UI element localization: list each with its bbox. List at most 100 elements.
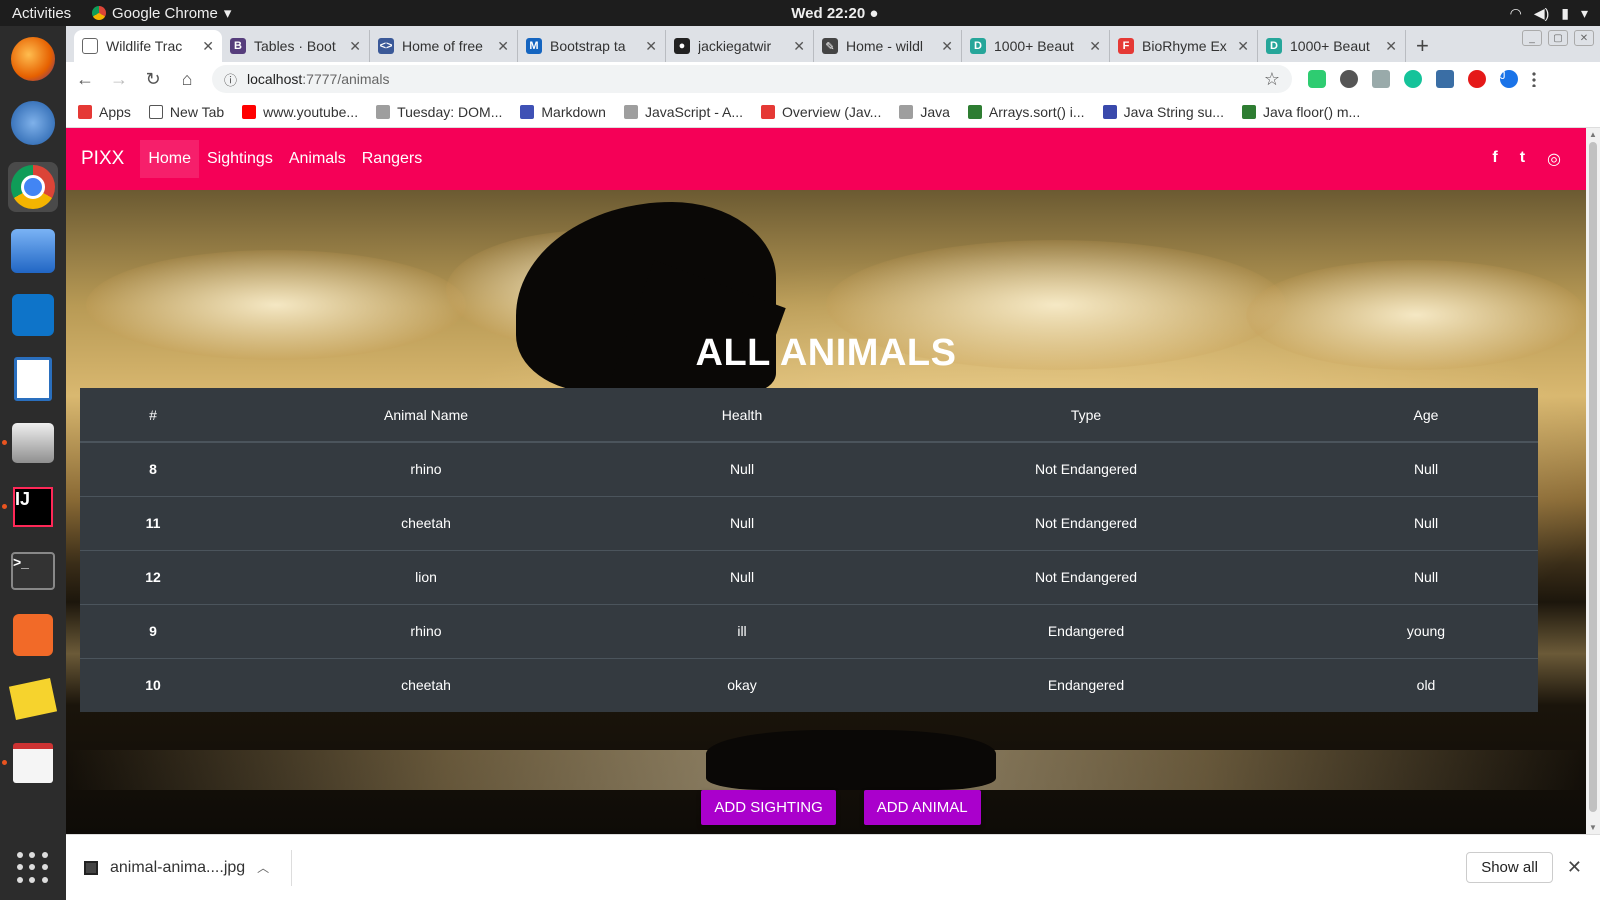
back-button[interactable]: ← (76, 69, 94, 90)
maximize-button[interactable]: ▢ (1548, 30, 1568, 46)
browser-tab[interactable]: F BioRhyme Ex ✕ (1110, 30, 1258, 62)
cell-health: Null (626, 495, 858, 550)
minimize-button[interactable]: _ (1522, 30, 1542, 46)
bookmark-item[interactable]: Apps (78, 104, 131, 120)
app-menu[interactable]: Google Chrome ▾ (92, 4, 231, 22)
bookmark-item[interactable]: Java String su... (1102, 104, 1224, 120)
bookmark-label: Java floor() m... (1262, 103, 1361, 120)
nav-rangers[interactable]: Rangers (354, 140, 430, 178)
files-icon[interactable] (2, 418, 58, 468)
close-tab-icon[interactable]: ✕ (497, 38, 509, 55)
bookmark-item[interactable]: Overview (Jav... (761, 104, 881, 120)
forward-button[interactable]: → (110, 69, 128, 90)
bookmark-item[interactable]: Markdown (520, 104, 606, 120)
browser-tab[interactable]: B Tables · Boot ✕ (222, 30, 370, 62)
add-animal-button[interactable]: ADD ANIMAL (863, 790, 981, 825)
cell-health: okay (626, 657, 858, 712)
scrollbar-thumb[interactable] (1589, 142, 1597, 812)
grammarly-icon[interactable] (1404, 70, 1422, 88)
table-row: 11 cheetah Null Not Endangered Null (80, 495, 1538, 550)
scroll-up-arrow[interactable]: ▲ (1589, 130, 1597, 139)
profile-avatar[interactable]: J (1500, 70, 1518, 88)
nav-animals[interactable]: Animals (281, 140, 354, 178)
bookmark-item[interactable]: www.youtube... (242, 104, 358, 120)
show-all-button[interactable]: Show all (1466, 852, 1553, 883)
menu-icon[interactable] (1532, 71, 1536, 87)
close-tab-icon[interactable]: ✕ (1089, 38, 1101, 55)
activities-button[interactable]: Activities (0, 5, 92, 22)
chrome-icon[interactable] (8, 162, 58, 212)
favicon-icon: F (1118, 38, 1134, 54)
show-applications-icon[interactable] (17, 852, 49, 884)
browser-tab[interactable]: ● jackiegatwir ✕ (666, 30, 814, 62)
address-bar[interactable]: ⓘ localhost:7777/animals ☆ (212, 65, 1292, 93)
close-tab-icon[interactable]: ✕ (1237, 38, 1249, 55)
close-tab-icon[interactable]: ✕ (645, 38, 657, 55)
new-tab-button[interactable]: + (1406, 30, 1439, 62)
bookmark-item[interactable]: Java (899, 104, 950, 120)
browser-tab[interactable]: ✎ Home - wildl ✕ (814, 30, 962, 62)
twitter-icon[interactable]: t (1520, 149, 1525, 169)
cell-health: ill (626, 603, 858, 658)
browser-tab[interactable]: <> Home of free ✕ (370, 30, 518, 62)
clock[interactable]: Wed 22:20 ● (791, 5, 878, 22)
download-item[interactable]: animal-anima....jpg ︿ (84, 849, 293, 886)
bookmark-item[interactable]: Tuesday: DOM... (376, 104, 502, 120)
page-icon (82, 38, 98, 54)
cell-age: Null (1314, 441, 1538, 496)
close-tab-icon[interactable]: ✕ (349, 38, 361, 55)
adblock-icon[interactable] (1468, 70, 1486, 88)
tab-title: Bootstrap ta (550, 38, 626, 54)
bookmark-item[interactable]: JavaScript - A... (623, 104, 743, 120)
intellij-icon[interactable]: IJ (2, 482, 58, 532)
close-window-button[interactable]: ✕ (1574, 30, 1594, 46)
vscode-icon[interactable] (8, 290, 58, 340)
extension-icon[interactable] (1436, 70, 1454, 88)
bookmark-favicon-icon (899, 104, 914, 119)
cell-animal-name: cheetah (226, 657, 626, 712)
shield-extension-icon[interactable] (1308, 70, 1326, 88)
page-heading: ALL ANIMALS (695, 332, 957, 374)
close-tab-icon[interactable]: ✕ (202, 38, 214, 55)
writer-icon[interactable] (8, 354, 58, 404)
downloader-icon[interactable] (8, 226, 58, 276)
site-brand[interactable]: PIXX (81, 148, 124, 170)
browser-tab[interactable]: D 1000+ Beaut ✕ (962, 30, 1110, 62)
info-icon[interactable]: ⓘ (224, 70, 237, 89)
bookmark-favicon-icon (376, 104, 391, 119)
software-center-icon[interactable] (8, 610, 58, 660)
browser-tab[interactable]: M Bootstrap ta ✕ (518, 30, 666, 62)
page-scrollbar[interactable]: ▲ ▼ (1586, 128, 1600, 834)
add-sighting-button[interactable]: ADD SIGHTING (701, 790, 836, 825)
nav-home[interactable]: Home (140, 140, 199, 178)
bookmark-star-icon[interactable]: ☆ (1264, 69, 1280, 90)
thunderbird-icon[interactable] (8, 98, 58, 148)
bookmark-item[interactable]: Java floor() m... (1241, 103, 1361, 120)
facebook-icon[interactable]: f (1492, 149, 1497, 169)
bookmark-item[interactable]: New Tab (148, 104, 224, 120)
system-tray[interactable]: ◠ ◀) ▮ ▾ (1510, 5, 1588, 22)
home-button[interactable]: ⌂ (178, 69, 196, 90)
chevron-up-icon[interactable]: ︿ (257, 859, 269, 876)
instagram-icon[interactable]: ◎ (1547, 149, 1561, 169)
close-tab-icon[interactable]: ✕ (793, 38, 805, 55)
download-extension-icon[interactable] (1372, 70, 1390, 88)
gear-extension-icon[interactable] (1340, 70, 1358, 88)
hero-section: ALL ANIMALS # Animal Name Health Type Ag… (66, 190, 1586, 834)
firefox-icon[interactable] (8, 34, 58, 84)
bookmark-favicon-icon (1241, 104, 1256, 119)
browser-tab[interactable]: D 1000+ Beaut ✕ (1258, 30, 1406, 62)
browser-tab[interactable]: Wildlife Trac ✕ (74, 30, 222, 62)
terminal-icon[interactable]: >_ (8, 546, 58, 596)
scroll-down-arrow[interactable]: ▼ (1589, 823, 1597, 832)
close-tab-icon[interactable]: ✕ (941, 38, 953, 55)
text-editor-icon[interactable] (2, 738, 58, 788)
nav-sightings[interactable]: Sightings (199, 140, 281, 178)
reload-button[interactable]: ↻ (144, 69, 162, 90)
cell-type: Not Endangered (858, 495, 1314, 550)
close-icon[interactable]: ✕ (1567, 857, 1582, 878)
extensions: J (1308, 70, 1536, 88)
close-tab-icon[interactable]: ✕ (1385, 38, 1397, 55)
bookmark-item[interactable]: Arrays.sort() i... (967, 104, 1085, 120)
notes-icon[interactable] (8, 674, 58, 724)
